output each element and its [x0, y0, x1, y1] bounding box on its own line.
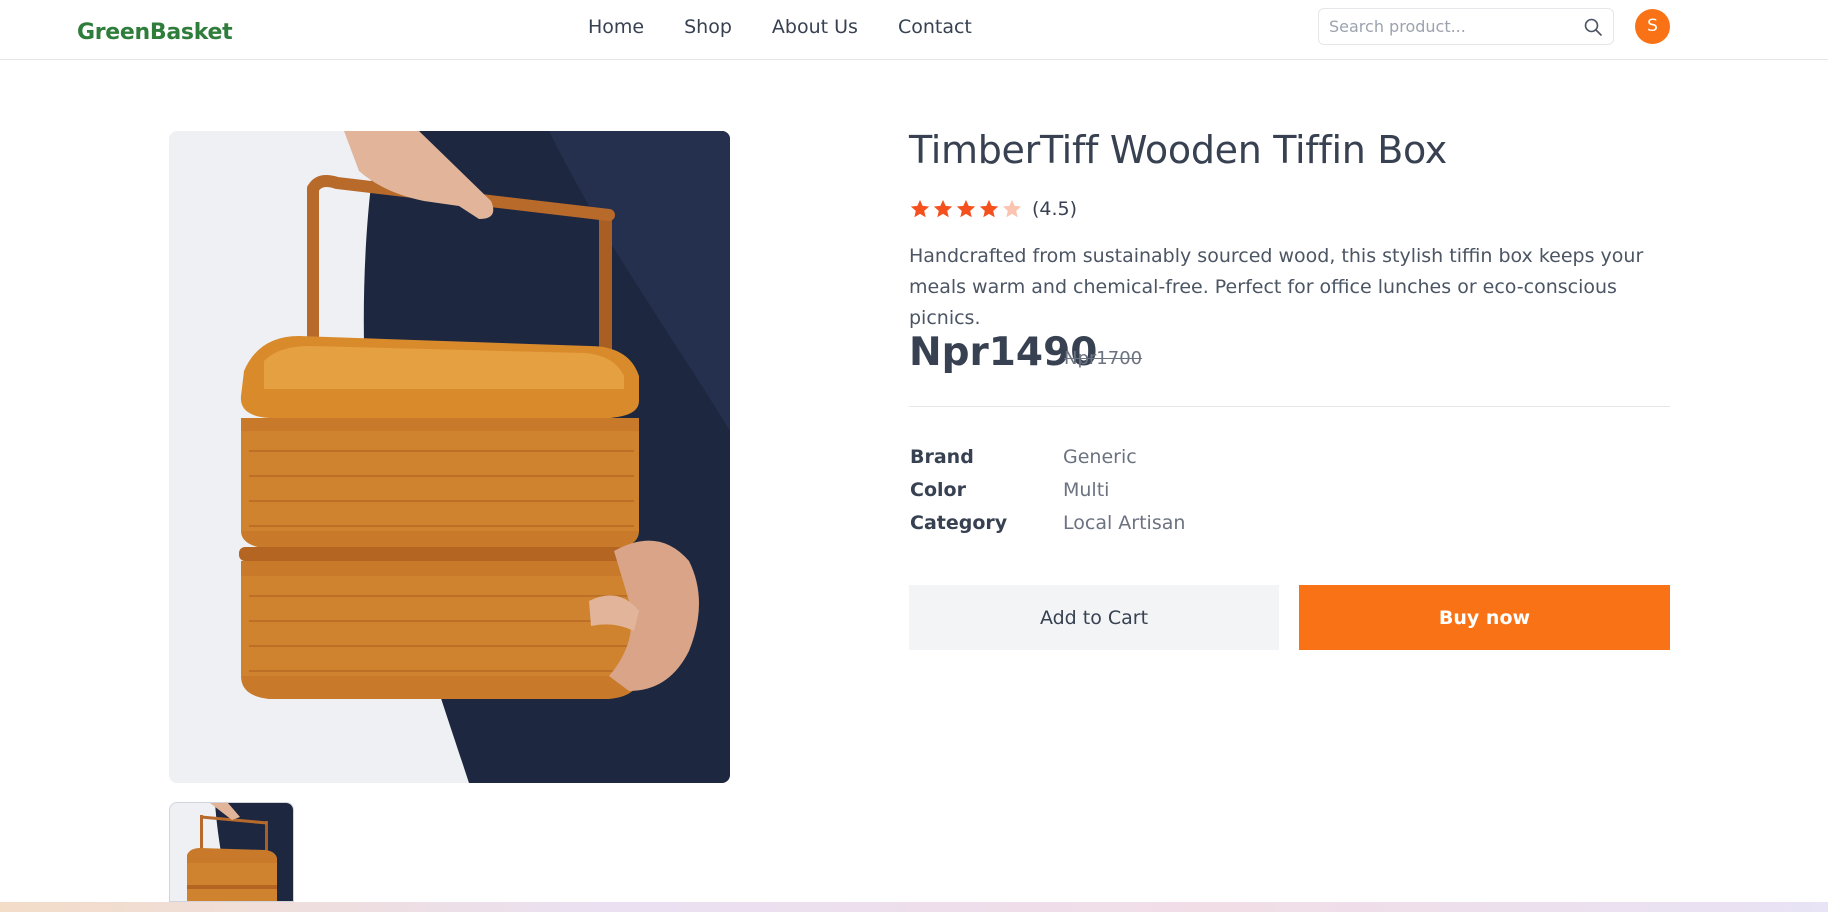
product-specs: Brand Generic Color Multi Category Local…: [910, 440, 1185, 539]
spec-label: Category: [910, 511, 1008, 534]
product-title: TimberTiff Wooden Tiffin Box: [909, 128, 1447, 172]
user-avatar[interactable]: S: [1635, 9, 1670, 44]
search-box: [1318, 8, 1614, 45]
spec-row-category: Category Local Artisan: [910, 506, 1185, 539]
divider: [909, 406, 1670, 407]
nav-about-us[interactable]: About Us: [772, 15, 858, 39]
product-main-image[interactable]: [169, 131, 730, 783]
spec-row-color: Color Multi: [910, 473, 1185, 506]
brand-logo[interactable]: GreenBasket: [77, 20, 233, 45]
search-input[interactable]: [1329, 9, 1569, 44]
star-half-icon: [1002, 199, 1022, 218]
product-rating: (4.5): [909, 198, 1077, 220]
footer-edge: [0, 902, 1828, 912]
spec-row-brand: Brand Generic: [910, 440, 1185, 473]
search-icon[interactable]: [1583, 17, 1603, 37]
product-description: Handcrafted from sustainably sourced woo…: [909, 245, 1644, 329]
nav-home[interactable]: Home: [588, 15, 644, 39]
buy-now-button[interactable]: Buy now: [1299, 585, 1670, 650]
spec-label: Brand: [910, 445, 974, 468]
nav-shop[interactable]: Shop: [684, 15, 732, 39]
spec-label: Color: [910, 478, 966, 501]
add-to-cart-button[interactable]: Add to Cart: [909, 585, 1279, 650]
rating-value: (4.5): [1032, 198, 1078, 220]
star-filled-icon: [910, 199, 930, 218]
spec-value: Multi: [1063, 478, 1110, 501]
star-filled-icon: [956, 199, 976, 218]
star-filled-icon: [979, 199, 999, 218]
product-thumbnail[interactable]: [169, 802, 294, 902]
original-price: Npr1700: [1064, 348, 1143, 369]
spec-value: Generic: [1063, 445, 1137, 468]
spec-value: Local Artisan: [1063, 511, 1186, 534]
top-navbar: GreenBasket Home Shop About Us Contact S: [0, 0, 1828, 60]
main-nav: Home Shop About Us Contact: [588, 15, 1012, 39]
star-filled-icon: [933, 199, 953, 218]
nav-contact[interactable]: Contact: [898, 15, 972, 39]
